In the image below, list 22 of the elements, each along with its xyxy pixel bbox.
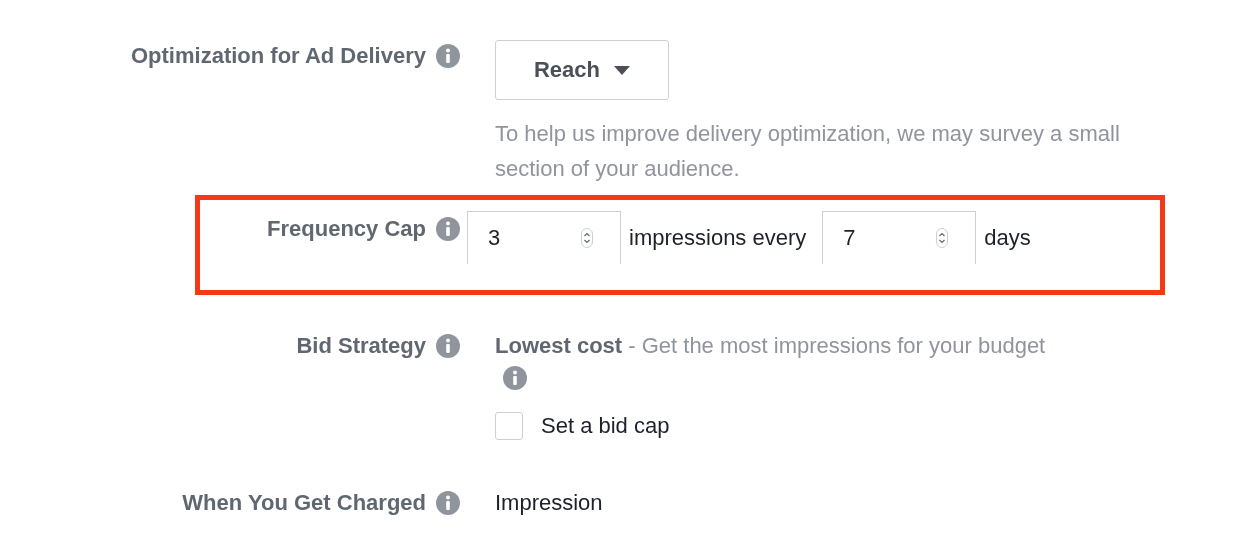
- bid-cap-checkbox[interactable]: [495, 412, 523, 440]
- field-label: Bid Strategy: [296, 333, 426, 359]
- days-text: days: [984, 224, 1031, 251]
- field-label: Frequency Cap: [267, 216, 426, 242]
- days-field[interactable]: 7: [822, 211, 977, 264]
- info-icon[interactable]: [436, 491, 460, 515]
- spinner-icon[interactable]: [936, 228, 949, 248]
- bid-description: Lowest cost - Get the most impressions for your budget: [495, 332, 1047, 360]
- charge-value: Impression: [495, 490, 603, 516]
- impressions-field[interactable]: 3: [467, 211, 621, 264]
- checkbox-label: Set a bid cap: [541, 413, 670, 439]
- field-label: When You Get Charged: [182, 490, 426, 516]
- field-label: Optimization for Ad Delivery: [131, 43, 426, 69]
- info-icon[interactable]: [436, 217, 460, 241]
- spinner-icon[interactable]: [581, 228, 593, 248]
- optimization-dropdown[interactable]: Reach: [495, 40, 669, 100]
- info-icon[interactable]: [503, 366, 527, 390]
- caret-icon: [614, 65, 630, 75]
- info-icon[interactable]: [436, 334, 460, 358]
- hint-text: To help us improve delivery optimization, we may survey a small section of your audience.: [495, 120, 1121, 183]
- info-icon[interactable]: [436, 44, 460, 68]
- impressions-text: impressions every: [629, 224, 807, 251]
